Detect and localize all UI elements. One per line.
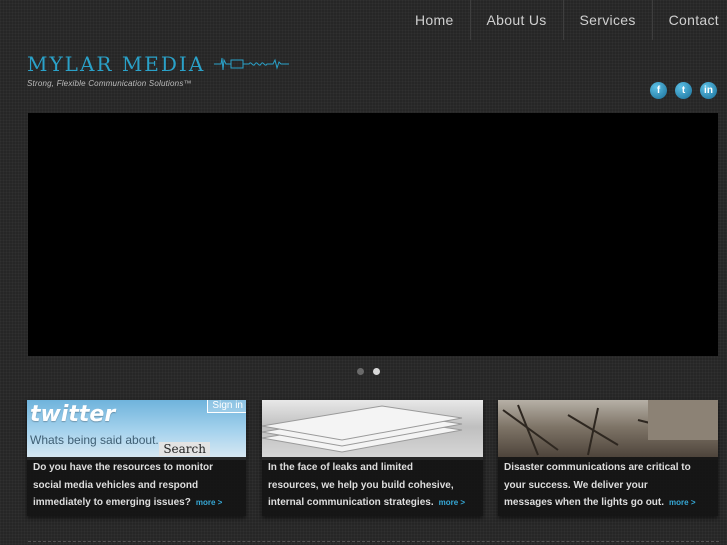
twitter-search-label: Search [159,442,210,456]
twitter-signin-label: Sign in [207,400,246,413]
card-text: In the face of leaks and limited resourc… [268,457,477,512]
card-line: internal communication strategies. [268,497,434,509]
card-line: your success. We deliver your [504,479,648,491]
card-text: Disaster communications are critical to … [504,457,712,512]
main-nav: Home About Us Services Contact [399,0,727,40]
more-link[interactable]: more > [439,498,465,507]
twitter-logo: twitter [30,402,116,427]
brand-name: MYLAR MEDIA [27,52,206,76]
facebook-icon[interactable]: f [650,82,667,99]
twitter-screenshot-image: twitter Whats being said about... Search… [27,400,246,460]
nav-about-us[interactable]: About Us [469,0,563,40]
card-line: resources, we help you build cohesive, [268,479,454,491]
feature-card-internal-comms[interactable]: In the face of leaks and limited resourc… [262,400,483,516]
card-line: social media vehicles and respond [33,479,199,491]
card-line-last: messages when the lights go out. more > [504,494,712,512]
card-line: immediately to emerging issues? [33,497,191,509]
card-line-last: immediately to emerging issues? more > [33,494,240,512]
twitter-caption: Whats being said about... [30,433,166,447]
nav-home[interactable]: Home [399,0,470,40]
nav-contact[interactable]: Contact [651,0,727,40]
card-line: messages when the lights go out. [504,497,665,509]
slider-dots [357,368,380,375]
card-caption: In the face of leaks and limited resourc… [262,457,483,516]
waveform-icon [214,57,290,71]
disaster-image [498,400,718,460]
card-text: Do you have the resources to monitor soc… [33,457,240,512]
card-line: Do you have the resources to monitor [33,462,214,473]
nav-services[interactable]: Services [562,0,652,40]
twitter-icon[interactable]: t [675,82,692,99]
card-line-last: internal communication strategies. more > [268,494,477,512]
card-line: In the face of leaks and limited [268,462,414,473]
linkedin-icon[interactable]: in [700,82,717,99]
more-link[interactable]: more > [196,498,222,507]
paper-stack-illustration [262,405,463,453]
card-caption: Do you have the resources to monitor soc… [27,457,246,516]
feature-card-social-media[interactable]: twitter Whats being said about... Search… [27,400,246,516]
hero-slider[interactable] [28,113,718,356]
tagline: Strong, Flexible Communication Solutions… [27,79,192,88]
logo[interactable]: MYLAR MEDIA [27,52,291,76]
footer-divider [28,541,719,542]
card-caption: Disaster communications are critical to … [498,457,718,516]
papers-image [262,400,483,460]
card-line: Disaster communications are critical to [504,462,691,473]
slider-dot-1[interactable] [357,368,364,375]
slider-dot-2[interactable] [373,368,380,375]
more-link[interactable]: more > [669,498,695,507]
debris-illustration [502,400,718,456]
feature-card-disaster-comms[interactable]: Disaster communications are critical to … [498,400,718,516]
social-links: f t in [650,82,717,99]
